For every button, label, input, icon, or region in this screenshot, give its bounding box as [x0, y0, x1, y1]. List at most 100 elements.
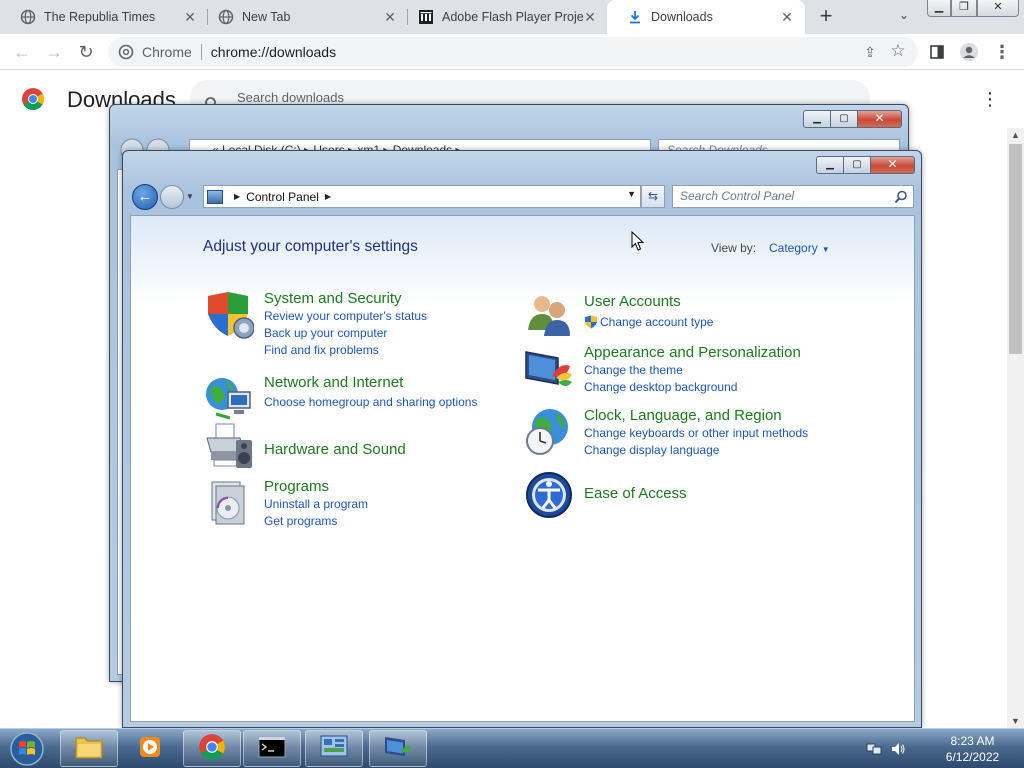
site-label: Chrome — [142, 44, 192, 60]
more-options-icon[interactable]: ⋮ — [980, 88, 1000, 110]
globe-clock-icon[interactable] — [524, 407, 574, 457]
tab-republia-times[interactable]: The Republia Times ✕ — [0, 0, 208, 34]
shield-icon[interactable] — [204, 290, 255, 340]
window-caption-buttons: ▁ ▢ ✕ — [803, 110, 902, 128]
taskbar-control-panel[interactable] — [305, 730, 363, 767]
search-icon[interactable] — [894, 190, 908, 204]
category-programs: Programs Uninstall a program Get program… — [204, 478, 504, 530]
monitor-paint-icon[interactable] — [524, 344, 574, 394]
minimize-button[interactable]: ▁ — [803, 110, 831, 128]
network-tray-icon[interactable] — [866, 741, 882, 757]
search-placeholder: Search Control Panel — [680, 189, 795, 203]
taskbar-command-prompt[interactable] — [243, 730, 301, 767]
programs-icon[interactable] — [204, 478, 254, 528]
window-minimize-button[interactable]: ▁ — [927, 0, 951, 17]
refresh-icon[interactable]: ⇆ — [641, 185, 665, 208]
profile-avatar-icon[interactable] — [958, 41, 980, 63]
taskbar-explorer[interactable] — [60, 730, 118, 767]
history-dropdown-icon[interactable]: ▼ — [186, 192, 194, 201]
clock-time: 8:23 AM — [950, 734, 995, 748]
breadcrumb-arrow-icon[interactable]: ▶ — [325, 192, 331, 201]
reload-icon[interactable]: ↻ — [75, 41, 97, 63]
close-button[interactable]: ✕ — [858, 110, 902, 128]
link-change-theme[interactable]: Change the theme — [584, 363, 683, 377]
users-icon[interactable] — [524, 290, 574, 340]
link-get-programs[interactable]: Get programs — [264, 514, 337, 528]
window-restore-button[interactable]: ❐ — [951, 0, 977, 17]
category-title[interactable]: Hardware and Sound — [264, 441, 406, 458]
page-scrollbar[interactable]: ▲ ▼ — [1007, 128, 1024, 728]
bookmark-star-icon[interactable]: ☆ — [888, 41, 908, 61]
maximize-button[interactable]: ▢ — [844, 156, 871, 174]
close-tab-icon[interactable]: ✕ — [582, 9, 598, 25]
category-title[interactable]: User Accounts — [584, 293, 681, 310]
tab-strip: The Republia Times ✕ New Tab ✕ Adobe Fla… — [0, 0, 1024, 34]
control-panel-address-bar[interactable]: ▶ Control Panel ▶ ▼ — [203, 185, 641, 208]
ease-of-access-icon[interactable] — [524, 470, 574, 520]
taskbar-display-app[interactable] — [369, 730, 427, 767]
window-close-button[interactable]: ✕ — [977, 0, 1019, 17]
forward-arrow-icon[interactable]: → — [43, 41, 65, 63]
category-title[interactable]: Network and Internet — [264, 374, 403, 391]
close-tab-icon[interactable]: ✕ — [182, 9, 198, 25]
link-find-fix[interactable]: Find and fix problems — [264, 343, 379, 357]
control-panel-window[interactable]: ▁ ▢ ✕ ← ▼ ▶ Control Panel ▶ ▼ ⇆ Search C… — [122, 150, 922, 728]
close-tab-icon[interactable]: ✕ — [382, 9, 398, 25]
system-clock[interactable]: 8:23 AM 6/12/2022 — [925, 733, 1020, 765]
folder-icon — [74, 734, 104, 763]
back-arrow-icon[interactable]: ← — [132, 184, 158, 210]
clock-date: 6/12/2022 — [945, 750, 1000, 764]
globe-icon — [20, 9, 36, 25]
category-title[interactable]: System and Security — [264, 290, 402, 307]
maximize-button[interactable]: ▢ — [831, 110, 858, 128]
scroll-down-arrow-icon[interactable]: ▼ — [1011, 716, 1020, 726]
printer-icon[interactable] — [204, 422, 254, 472]
link-desktop-background[interactable]: Change desktop background — [584, 380, 737, 394]
link-uninstall[interactable]: Uninstall a program — [264, 497, 368, 511]
menu-kebab-icon[interactable]: ⋮ — [991, 41, 1013, 63]
close-tab-icon[interactable]: ✕ — [779, 9, 795, 25]
category-appearance: Appearance and Personalization Change th… — [524, 344, 844, 396]
breadcrumb-control-panel[interactable]: Control Panel — [246, 190, 319, 204]
share-icon[interactable]: ⇪ — [860, 42, 880, 62]
address-bar[interactable]: Chrome chrome://downloads ⇪ ☆ — [108, 37, 918, 67]
side-panel-icon[interactable] — [926, 41, 948, 63]
category-title[interactable]: Appearance and Personalization — [584, 344, 801, 361]
category-system-security: System and Security Review your computer… — [204, 290, 504, 360]
minimize-button[interactable]: ▁ — [816, 156, 844, 174]
url-text[interactable]: chrome://downloads — [211, 44, 336, 60]
network-icon[interactable] — [204, 374, 254, 424]
link-homegroup[interactable]: Choose homegroup and sharing options — [264, 395, 477, 409]
tab-downloads[interactable]: Downloads ✕ — [607, 0, 805, 34]
volume-tray-icon[interactable] — [890, 741, 906, 757]
category-title[interactable]: Clock, Language, and Region — [584, 407, 782, 424]
scroll-up-arrow-icon[interactable]: ▲ — [1011, 130, 1020, 140]
control-panel-content: Adjust your computer's settings View by:… — [130, 215, 915, 722]
category-title[interactable]: Programs — [264, 478, 329, 495]
taskbar-chrome[interactable] — [183, 730, 241, 767]
close-button[interactable]: ✕ — [871, 156, 915, 174]
start-button[interactable] — [2, 730, 52, 768]
link-change-keyboards[interactable]: Change keyboards or other input methods — [584, 426, 808, 440]
control-panel-icon — [319, 734, 349, 763]
breadcrumb-arrow-icon[interactable]: ▶ — [234, 192, 240, 201]
tab-new-tab[interactable]: New Tab ✕ — [198, 0, 408, 34]
new-tab-button[interactable]: + — [814, 5, 838, 29]
category-title[interactable]: Ease of Access — [584, 485, 687, 502]
view-by-label: View by: — [711, 241, 757, 255]
tab-adobe-flash[interactable]: Adobe Flash Player Proje ✕ — [398, 0, 608, 34]
taskbar-media-player[interactable] — [121, 730, 179, 767]
view-by-dropdown[interactable]: Category ▼ — [769, 241, 830, 255]
link-back-up[interactable]: Back up your computer — [264, 326, 387, 340]
globe-icon — [218, 9, 234, 25]
back-arrow-icon[interactable]: ← — [11, 41, 33, 63]
category-user-accounts: User Accounts Change account type — [524, 290, 824, 342]
link-change-account-type[interactable]: Change account type — [600, 315, 713, 329]
forward-arrow-icon[interactable] — [160, 185, 184, 209]
address-dropdown-icon[interactable]: ▼ — [627, 189, 636, 199]
link-display-language[interactable]: Change display language — [584, 443, 719, 457]
control-panel-search-input[interactable]: Search Control Panel — [672, 185, 914, 208]
chevron-down-icon[interactable]: ⌄ — [894, 8, 914, 26]
link-review-status[interactable]: Review your computer's status — [264, 309, 427, 323]
scroll-thumb[interactable] — [1009, 144, 1022, 354]
